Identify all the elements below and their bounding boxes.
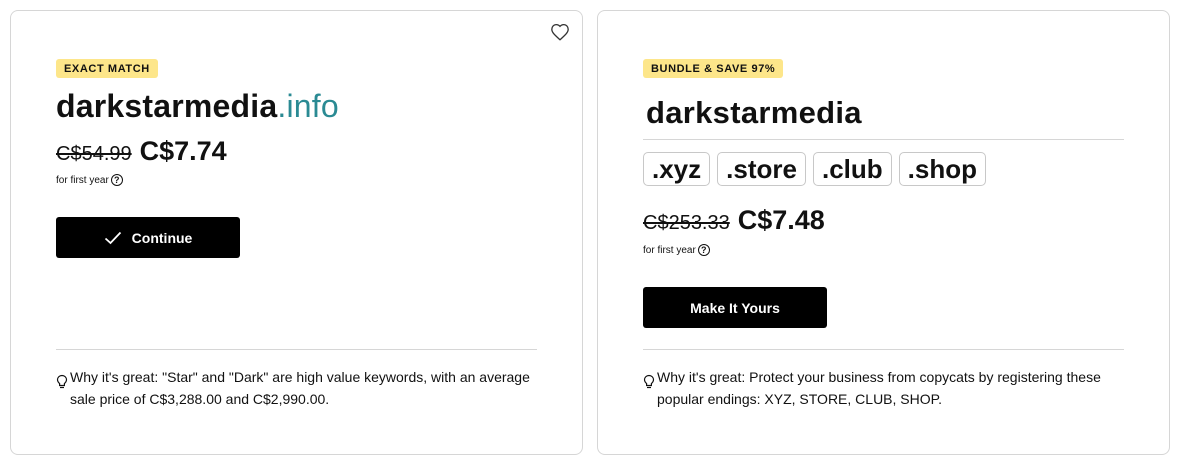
tld-chip-club: .club	[812, 152, 892, 186]
why-its-great-text: Why it's great: Protect your business fr…	[657, 369, 1101, 407]
exact-match-badge: EXACT MATCH	[56, 59, 158, 78]
question-circle-icon[interactable]: ?	[697, 244, 710, 256]
question-circle-icon[interactable]: ?	[110, 174, 123, 186]
check-icon	[104, 231, 121, 244]
first-year-label: for first year	[643, 244, 696, 256]
tld-chip-xyz: .xyz	[643, 152, 711, 186]
continue-button[interactable]: Continue	[56, 217, 240, 258]
first-year-note: for first year ?	[643, 244, 710, 256]
price-row: C$253.33 C$7.48	[643, 205, 825, 236]
why-its-great-text: Why it's great: "Star" and "Dark" are hi…	[70, 369, 530, 407]
domain-name-label: darkstarmedia	[56, 88, 278, 124]
first-year-label: for first year	[56, 174, 109, 186]
lightbulb-icon	[643, 374, 655, 389]
original-price: C$253.33	[643, 212, 730, 234]
sale-price: C$7.74	[139, 136, 227, 166]
bundle-card: BUNDLE & SAVE 97% darkstarmedia .xyz .st…	[597, 10, 1170, 455]
divider	[56, 349, 537, 350]
first-year-note: for first year ?	[56, 174, 123, 186]
domain-tld: .info	[277, 88, 339, 124]
price-row: C$54.99 C$7.74	[56, 136, 227, 167]
sale-price: C$7.48	[737, 205, 825, 235]
original-price: C$54.99	[56, 143, 132, 165]
make-it-yours-button-label: Make It Yours	[690, 299, 780, 316]
lightbulb-icon	[56, 374, 68, 389]
tld-chip-list: .xyz .store .club .shop	[643, 152, 986, 186]
divider	[643, 139, 1124, 140]
exact-match-card: EXACT MATCH darkstarmedia.info C$54.99 C…	[10, 10, 583, 455]
heart-icon[interactable]	[550, 23, 570, 41]
tld-chip-store: .store	[717, 152, 806, 186]
why-its-great: Why it's great: "Star" and "Dark" are hi…	[56, 366, 542, 410]
bundle-badge: BUNDLE & SAVE 97%	[643, 59, 784, 78]
make-it-yours-button[interactable]: Make It Yours	[643, 287, 827, 328]
continue-button-label: Continue	[131, 229, 193, 246]
bundle-domain-name: darkstarmedia	[646, 95, 862, 130]
divider	[643, 349, 1124, 350]
why-its-great: Why it's great: Protect your business fr…	[643, 366, 1129, 410]
tld-chip-shop: .shop	[898, 152, 986, 186]
domain-name: darkstarmedia.info	[56, 87, 339, 125]
